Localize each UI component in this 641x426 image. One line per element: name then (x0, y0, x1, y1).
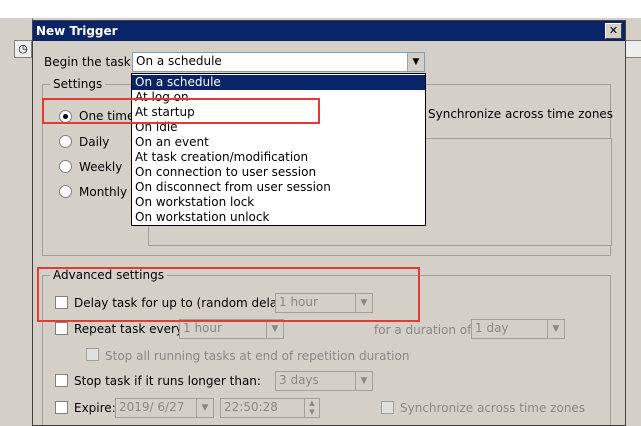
dialog-title: New Trigger (36, 24, 118, 38)
expire-checkbox[interactable] (55, 401, 68, 414)
repeat-interval-value: 1 hour (183, 321, 222, 335)
expire-sync-label: Synchronize across time zones (400, 401, 586, 415)
radio-daily[interactable] (59, 135, 72, 148)
dialog-titlebar: New Trigger ✕ (33, 21, 625, 41)
expire-date-value: 2019/ 6/27 (119, 400, 185, 414)
expire-label: Expire: (74, 401, 116, 415)
expire-date-picker[interactable]: 2019/ 6/27 ▼ (115, 398, 214, 418)
chevron-down-icon[interactable]: ▼ (407, 53, 424, 71)
dropdown-option[interactable]: On connection to user session (132, 165, 425, 180)
dropdown-option[interactable]: On workstation unlock (132, 210, 425, 225)
stop-longer-checkbox[interactable] (55, 374, 68, 387)
expire-time-value: 22:50:28 (224, 400, 278, 414)
begin-task-value: On a schedule (136, 54, 222, 68)
radio-monthly-label: Monthly (79, 185, 128, 199)
chevron-down-icon[interactable]: ▼ (355, 372, 372, 390)
duration-select[interactable]: 1 day ▼ (471, 319, 565, 339)
dropdown-option[interactable]: On an event (132, 135, 425, 150)
background-left-panel (0, 18, 33, 424)
stop-longer-select[interactable]: 3 days ▼ (275, 371, 373, 391)
begin-task-dropdown: On a schedule At log on At startup On id… (131, 73, 426, 226)
begin-task-select[interactable]: On a schedule ▼ (132, 52, 425, 72)
begin-task-label: Begin the task: (44, 55, 135, 69)
duration-value: 1 day (475, 321, 509, 335)
radio-daily-label: Daily (79, 135, 110, 149)
background-side-button[interactable] (625, 40, 641, 58)
highlight-box-advanced (37, 267, 420, 322)
chevron-down-icon[interactable]: ▼ (196, 399, 213, 417)
radio-monthly[interactable] (59, 185, 72, 198)
dropdown-option[interactable]: On workstation lock (132, 195, 425, 210)
dropdown-option[interactable]: At task creation/modification (132, 150, 425, 165)
dropdown-option[interactable]: On disconnect from user session (132, 180, 425, 195)
sync-timezones-label: Synchronize across time zones (428, 107, 614, 121)
expire-time-spinner[interactable]: 22:50:28 ▲ ▼ (220, 398, 320, 418)
chevron-down-icon[interactable]: ▼ (266, 320, 283, 338)
highlight-box-at-startup (42, 98, 320, 124)
duration-label: for a duration of: (374, 323, 475, 337)
stop-longer-label: Stop task if it runs longer than: (74, 374, 261, 388)
stop-all-checkbox[interactable] (86, 348, 99, 361)
stop-longer-value: 3 days (279, 373, 319, 387)
close-icon[interactable]: ✕ (605, 23, 622, 39)
repeat-task-checkbox[interactable] (55, 322, 68, 335)
spin-down-icon[interactable]: ▼ (304, 408, 319, 417)
radio-weekly-label: Weekly (79, 160, 123, 174)
stop-all-label: Stop all running tasks at end of repetit… (105, 349, 410, 363)
clock-icon[interactable]: ◷ (14, 40, 32, 58)
radio-weekly[interactable] (59, 160, 72, 173)
spin-up-icon[interactable]: ▲ (304, 399, 319, 408)
chevron-down-icon[interactable]: ▼ (547, 320, 564, 338)
repeat-interval-select[interactable]: 1 hour ▼ (179, 319, 284, 339)
background-titlebar (0, 0, 641, 18)
dropdown-option[interactable]: On a schedule (132, 75, 425, 90)
repeat-task-label: Repeat task every: (74, 322, 187, 336)
settings-group-title: Settings (50, 77, 106, 91)
expire-sync-checkbox[interactable] (381, 401, 394, 414)
